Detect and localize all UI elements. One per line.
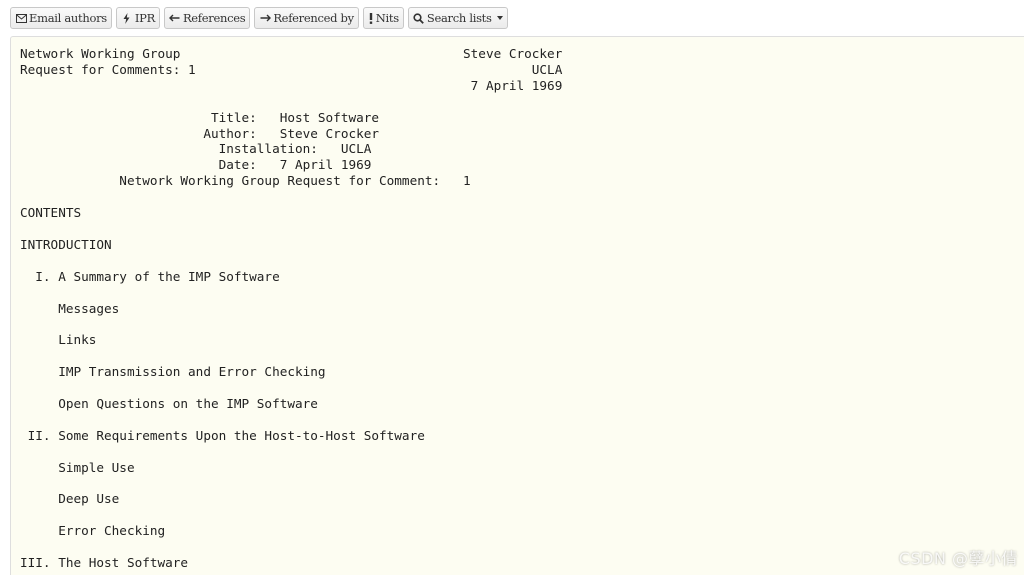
nits-label: Nits: [375, 11, 399, 25]
exclamation-icon: [368, 12, 374, 24]
document-line: Open Questions on the IMP Software: [20, 395, 318, 411]
ipr-label: IPR: [134, 11, 155, 25]
document-line: Title: Host Software: [20, 109, 380, 125]
document-line: CONTENTS: [20, 205, 82, 221]
document-line: II. Some Requirements Upon the Host-to-H…: [20, 427, 425, 443]
document-line: I. A Summary of the IMP Software: [20, 268, 280, 284]
arrow-left-icon: [169, 12, 181, 24]
document-line: Author: Steve Crocker: [20, 125, 380, 141]
ipr-button[interactable]: IPR: [115, 7, 160, 29]
toolbar: Email authors IPR References Referenced …: [10, 7, 508, 31]
document-line: Links: [20, 332, 97, 348]
bolt-icon: [121, 12, 133, 24]
watermark: CSDN @孽小倩: [898, 549, 1018, 568]
rfc-document-text: Network Working Group Steve Crocker Requ…: [20, 46, 562, 571]
search-lists-button[interactable]: Search lists: [407, 7, 508, 29]
referenced-by-button[interactable]: Referenced by: [254, 7, 359, 29]
document-line: Simple Use: [20, 459, 135, 475]
chevron-down-icon: [496, 16, 503, 20]
document-line: INTRODUCTION: [20, 236, 112, 252]
document-line: Request for Comments: 1 UCLA: [20, 61, 563, 77]
document-line: IMP Transmission and Error Checking: [20, 364, 326, 380]
arrow-right-icon: [259, 12, 271, 24]
document-line: III. The Host Software: [20, 555, 189, 570]
document-line: Error Checking: [20, 523, 166, 539]
nits-button[interactable]: Nits: [362, 7, 404, 29]
document-line: Deep Use: [20, 491, 120, 507]
search-lists-label: Search lists: [426, 11, 492, 25]
envelope-icon: [15, 12, 27, 24]
email-authors-button[interactable]: Email authors: [10, 7, 112, 29]
references-button[interactable]: References: [163, 7, 251, 29]
document-line: Network Working Group Request for Commen…: [20, 173, 471, 189]
referenced-by-label: Referenced by: [273, 11, 354, 25]
search-icon: [413, 12, 425, 24]
document-line: Date: 7 April 1969: [20, 157, 372, 173]
document-line: Messages: [20, 300, 120, 316]
document-line: Installation: UCLA: [20, 141, 372, 157]
references-label: References: [182, 11, 246, 25]
rfc-document-panel: Network Working Group Steve Crocker Requ…: [10, 36, 1024, 575]
document-line: Network Working Group Steve Crocker: [20, 46, 563, 61]
email-authors-label: Email authors: [29, 11, 107, 25]
document-line: 7 April 1969: [20, 77, 563, 93]
